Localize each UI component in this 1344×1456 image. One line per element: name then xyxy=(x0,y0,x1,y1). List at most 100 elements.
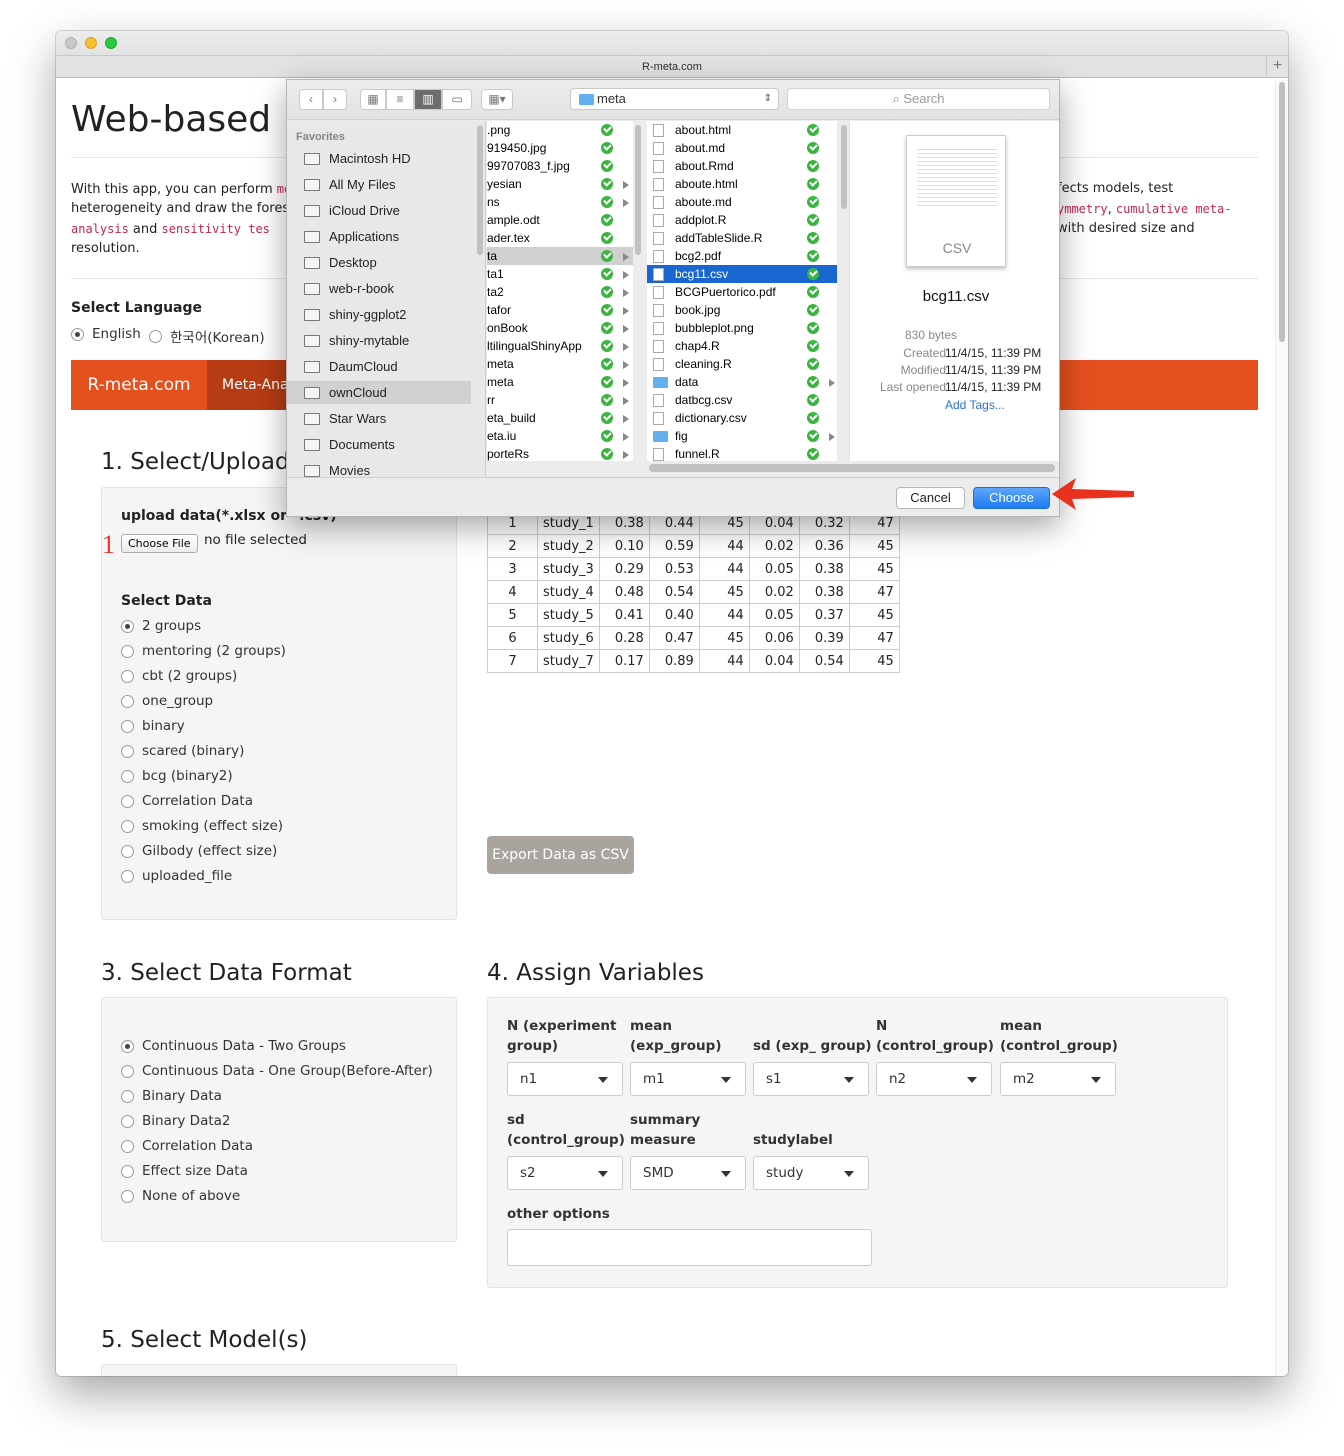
variable-select[interactable]: study xyxy=(753,1156,869,1190)
choose-button[interactable]: Choose xyxy=(973,487,1050,509)
file-row[interactable]: ta2 xyxy=(487,283,633,301)
data-format-radio[interactable]: Effect size Data xyxy=(121,1163,248,1179)
file-row[interactable]: addTableSlide.R xyxy=(647,229,837,247)
file-row[interactable]: aboute.html xyxy=(647,175,837,193)
select-data-radio[interactable]: bcg (binary2) xyxy=(121,768,233,784)
new-tab-button[interactable]: + xyxy=(1266,55,1288,77)
other-options-input[interactable] xyxy=(507,1229,872,1266)
file-row[interactable]: bubbleplot.png xyxy=(647,319,837,337)
file-row[interactable]: about.md xyxy=(647,139,837,157)
data-format-radio[interactable]: Continuous Data - Two Groups xyxy=(121,1038,346,1054)
back-button[interactable]: ‹ xyxy=(299,89,323,110)
variable-select[interactable]: SMD xyxy=(630,1156,746,1190)
file-row[interactable]: about.Rmd xyxy=(647,157,837,175)
select-data-radio[interactable]: smoking (effect size) xyxy=(121,818,283,834)
file-row[interactable]: chap4.R xyxy=(647,337,837,355)
sidebar-item[interactable]: web-r-book xyxy=(287,277,471,300)
file-row[interactable]: onBook xyxy=(487,319,633,337)
file-row[interactable]: 919450.jpg xyxy=(487,139,633,157)
select-data-radio[interactable]: cbt (2 groups) xyxy=(121,668,237,684)
file-row[interactable]: eta.iu xyxy=(487,427,633,445)
select-data-radio[interactable]: 2 groups xyxy=(121,618,201,634)
file-row[interactable]: datbcg.csv xyxy=(647,391,837,409)
file-row[interactable]: bcg2.pdf xyxy=(647,247,837,265)
sidebar-item[interactable]: Desktop xyxy=(287,251,471,274)
sidebar-item[interactable]: All My Files xyxy=(287,173,471,196)
data-format-radio[interactable]: None of above xyxy=(121,1188,240,1204)
cancel-button[interactable]: Cancel xyxy=(896,487,965,509)
language-english-radio[interactable]: English xyxy=(71,326,141,342)
arrange-menu-icon[interactable]: ▦▾ xyxy=(481,89,513,110)
columns-horizontal-scrollbar[interactable] xyxy=(649,464,1055,472)
file-row[interactable]: aboute.md xyxy=(647,193,837,211)
select-data-radio[interactable]: binary xyxy=(121,718,185,734)
sidebar-item[interactable]: Star Wars xyxy=(287,407,471,430)
file-row[interactable]: fig xyxy=(647,427,837,445)
column2-scrollbar[interactable] xyxy=(841,125,847,209)
select-data-radio[interactable]: one_group xyxy=(121,693,213,709)
file-row[interactable]: funnel.R xyxy=(647,445,837,461)
sidebar-item[interactable]: DaumCloud xyxy=(287,355,471,378)
scrollbar-thumb[interactable] xyxy=(1279,82,1285,342)
sidebar-item[interactable]: iCloud Drive xyxy=(287,199,471,222)
navbar-brand[interactable]: R-meta.com xyxy=(71,360,207,410)
sidebar-item[interactable]: shiny-ggplot2 xyxy=(287,303,471,326)
file-row[interactable]: ta1 xyxy=(487,265,633,283)
file-row[interactable]: eta_build xyxy=(487,409,633,427)
file-row[interactable]: about.html xyxy=(647,121,837,139)
variable-select[interactable]: n2 xyxy=(876,1062,992,1096)
select-data-radio[interactable]: scared (binary) xyxy=(121,743,244,759)
sidebar-item[interactable]: ownCloud xyxy=(287,381,471,404)
close-window-button[interactable] xyxy=(65,37,77,49)
sidebar-scrollbar[interactable] xyxy=(477,125,483,255)
variable-select[interactable]: s1 xyxy=(753,1062,869,1096)
list-view-icon[interactable]: ≡ xyxy=(386,89,414,110)
file-row[interactable]: porteRs xyxy=(487,445,633,461)
select-data-radio[interactable]: mentoring (2 groups) xyxy=(121,643,286,659)
file-row[interactable]: rr xyxy=(487,391,633,409)
sidebar-item[interactable]: Applications xyxy=(287,225,471,248)
sidebar-item[interactable]: Documents xyxy=(287,433,471,456)
icon-view-icon[interactable]: ▦ xyxy=(360,89,386,110)
export-csv-button[interactable]: Export Data as CSV xyxy=(487,836,634,874)
column-view-icon[interactable]: ▥ xyxy=(414,89,442,110)
cover-flow-icon[interactable]: ▭ xyxy=(442,89,472,110)
file-row[interactable]: 99707083_f.jpg xyxy=(487,157,633,175)
file-row[interactable]: ader.tex xyxy=(487,229,633,247)
file-row[interactable]: meta xyxy=(487,355,633,373)
page-scrollbar[interactable] xyxy=(1275,79,1288,1376)
file-row[interactable]: dictionary.csv xyxy=(647,409,837,427)
variable-select[interactable]: m2 xyxy=(1000,1062,1116,1096)
select-data-radio[interactable]: uploaded_file xyxy=(121,868,232,884)
sidebar-item[interactable]: Macintosh HD xyxy=(287,147,471,170)
browser-tab[interactable]: R-meta.com xyxy=(56,55,1288,77)
zoom-window-button[interactable] xyxy=(105,37,117,49)
data-format-radio[interactable]: Correlation Data xyxy=(121,1138,253,1154)
variable-select[interactable]: s2 xyxy=(507,1156,623,1190)
language-korean-radio[interactable]: 한국어(Korean) xyxy=(149,326,265,346)
data-format-radio[interactable]: Continuous Data - One Group(Before-After… xyxy=(121,1063,433,1079)
variable-select[interactable]: m1 xyxy=(630,1062,746,1096)
choose-file-button[interactable]: Choose File xyxy=(121,534,198,553)
file-row[interactable]: BCGPuertorico.pdf xyxy=(647,283,837,301)
file-row[interactable]: bcg11.csv xyxy=(647,265,837,283)
data-format-radio[interactable]: Binary Data xyxy=(121,1088,222,1104)
data-format-radio[interactable]: Binary Data2 xyxy=(121,1113,231,1129)
file-row[interactable]: ta xyxy=(487,247,633,265)
file-row[interactable]: .png xyxy=(487,121,633,139)
file-row[interactable]: tafor xyxy=(487,301,633,319)
file-row[interactable]: book.jpg xyxy=(647,301,837,319)
dialog-search-field[interactable]: ⌕ Search xyxy=(787,88,1050,110)
select-data-radio[interactable]: Gilbody (effect size) xyxy=(121,843,277,859)
select-data-radio[interactable]: Correlation Data xyxy=(121,793,253,809)
add-tags-link[interactable]: Add Tags... xyxy=(945,397,1005,414)
file-row[interactable]: addplot.R xyxy=(647,211,837,229)
file-row[interactable]: ltilingualShinyApp xyxy=(487,337,633,355)
sidebar-item[interactable]: shiny-mytable xyxy=(287,329,471,352)
forward-button[interactable]: › xyxy=(323,89,347,110)
file-row[interactable]: cleaning.R xyxy=(647,355,837,373)
file-row[interactable]: meta xyxy=(487,373,633,391)
file-row[interactable]: yesian xyxy=(487,175,633,193)
file-row[interactable]: data xyxy=(647,373,837,391)
variable-select[interactable]: n1 xyxy=(507,1062,623,1096)
